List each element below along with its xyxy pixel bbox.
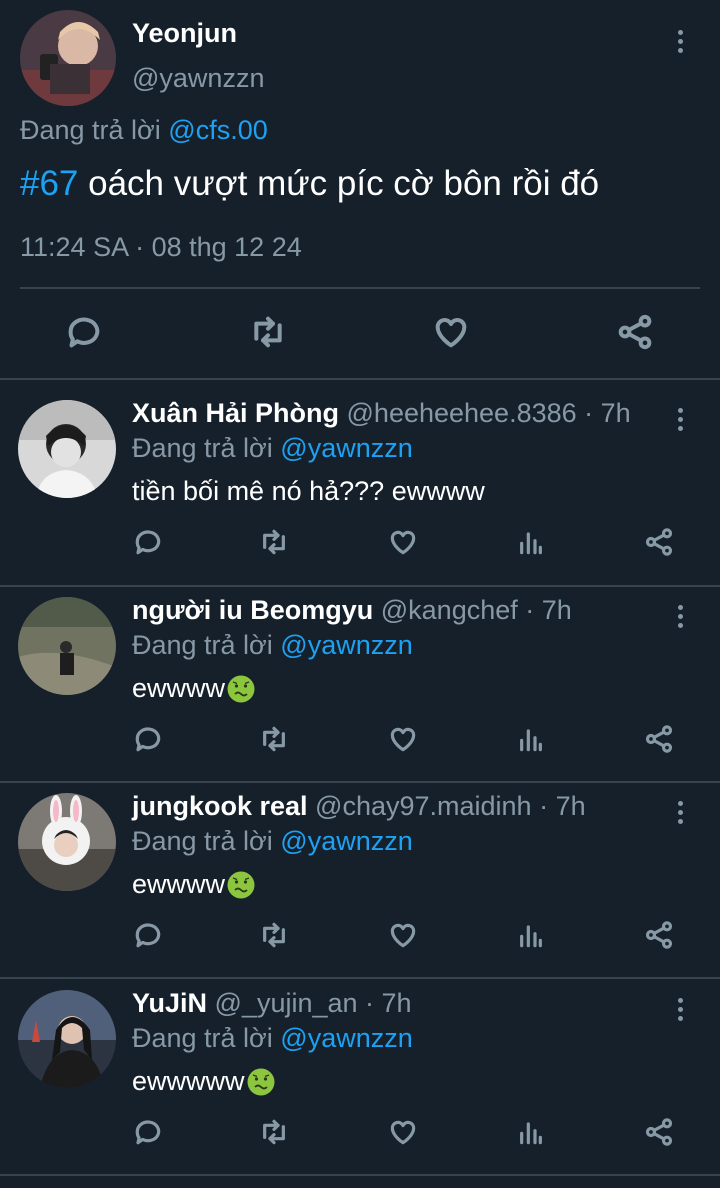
replying-to: Đang trả lời @yawnzzn bbox=[132, 630, 413, 661]
reply-body: ewwww bbox=[132, 673, 226, 703]
replying-label: Đang trả lời bbox=[20, 115, 161, 145]
reply-tweet[interactable]: người iu Beomgyu @kangchef · 7h Đang trả… bbox=[0, 589, 720, 785]
views-icon[interactable] bbox=[515, 1116, 547, 1148]
tweet-timestamp: 11:24 SA · 08 thg 12 24 bbox=[20, 232, 302, 262]
share-icon[interactable] bbox=[643, 526, 675, 558]
author-handle-time[interactable]: @kangchef · 7h bbox=[373, 595, 572, 625]
author-handle[interactable]: @yawnzzn bbox=[132, 63, 264, 94]
tweet-body: oách vượt mức píc cờ bôn rồi đó bbox=[78, 164, 600, 203]
reply-body: tiền bối mê nó hả??? ewwww bbox=[132, 476, 485, 506]
reply-text: ewwww bbox=[132, 869, 256, 900]
divider bbox=[0, 585, 720, 587]
author-name[interactable]: Xuân Hải Phòng bbox=[132, 398, 339, 428]
nauseated-face-icon bbox=[246, 1067, 276, 1097]
replying-label: Đang trả lời bbox=[132, 826, 273, 856]
tweet-actions bbox=[0, 300, 720, 366]
share-icon[interactable] bbox=[643, 723, 675, 755]
retweet-icon[interactable] bbox=[258, 723, 290, 755]
like-icon[interactable] bbox=[387, 723, 419, 755]
author-handle-time[interactable]: @_yujin_an · 7h bbox=[207, 988, 412, 1018]
share-icon[interactable] bbox=[643, 919, 675, 951]
reply-icon[interactable] bbox=[132, 919, 164, 951]
replying-to: Đang trả lời @cfs.00 bbox=[20, 115, 268, 146]
more-options-icon[interactable] bbox=[670, 998, 690, 1021]
like-icon[interactable] bbox=[387, 526, 419, 558]
replying-to: Đang trả lời @yawnzzn bbox=[132, 433, 413, 464]
replying-to: Đang trả lời @yawnzzn bbox=[132, 1023, 413, 1054]
reply-tweet[interactable]: jungkook real @chay97.maidinh · 7h Đang … bbox=[0, 785, 720, 981]
author-handle-time[interactable]: @heeheehee.8386 · 7h bbox=[339, 398, 631, 428]
reply-icon[interactable] bbox=[132, 723, 164, 755]
avatar[interactable] bbox=[18, 400, 116, 498]
share-icon[interactable] bbox=[615, 312, 655, 352]
divider bbox=[0, 1174, 720, 1176]
replying-to-handle[interactable]: @yawnzzn bbox=[280, 826, 412, 856]
avatar[interactable] bbox=[18, 597, 116, 695]
reply-text: ewwwww bbox=[132, 1066, 276, 1097]
views-icon[interactable] bbox=[515, 723, 547, 755]
author-name[interactable]: jungkook real bbox=[132, 791, 308, 821]
views-icon[interactable] bbox=[515, 526, 547, 558]
author-name[interactable]: YuJiN bbox=[132, 988, 207, 1018]
nauseated-face-icon bbox=[226, 674, 256, 704]
like-icon[interactable] bbox=[387, 1116, 419, 1148]
divider bbox=[20, 287, 700, 289]
divider bbox=[0, 781, 720, 783]
reply-icon[interactable] bbox=[132, 526, 164, 558]
replying-to-handle[interactable]: @yawnzzn bbox=[280, 630, 412, 660]
hashtag-link[interactable]: #67 bbox=[20, 164, 78, 203]
retweet-icon[interactable] bbox=[248, 312, 288, 352]
like-icon[interactable] bbox=[431, 312, 471, 352]
more-options-icon[interactable] bbox=[670, 801, 690, 824]
reply-body: ewwww bbox=[132, 869, 226, 899]
replying-label: Đang trả lời bbox=[132, 1023, 273, 1053]
retweet-icon[interactable] bbox=[258, 1116, 290, 1148]
nauseated-face-icon bbox=[226, 870, 256, 900]
replying-label: Đang trả lời bbox=[132, 630, 273, 660]
reply-text: ewwww bbox=[132, 673, 256, 704]
like-icon[interactable] bbox=[387, 919, 419, 951]
reply-icon[interactable] bbox=[64, 312, 104, 352]
reply-header: người iu Beomgyu @kangchef · 7h bbox=[132, 595, 572, 626]
reply-tweet[interactable]: YuJiN @_yujin_an · 7h Đang trả lời @yawn… bbox=[0, 982, 720, 1178]
reply-header: jungkook real @chay97.maidinh · 7h bbox=[132, 791, 586, 822]
reply-text: tiền bối mê nó hả??? ewwww bbox=[132, 476, 485, 507]
author-name[interactable]: Yeonjun bbox=[132, 18, 237, 49]
replying-to: Đang trả lời @yawnzzn bbox=[132, 826, 413, 857]
more-options-icon[interactable] bbox=[670, 30, 690, 53]
replying-label: Đang trả lời bbox=[132, 433, 273, 463]
author-name[interactable]: người iu Beomgyu bbox=[132, 595, 373, 625]
reply-body: ewwwww bbox=[132, 1066, 245, 1096]
replying-to-handle[interactable]: @yawnzzn bbox=[280, 1023, 412, 1053]
more-options-icon[interactable] bbox=[670, 408, 690, 431]
reply-header: YuJiN @_yujin_an · 7h bbox=[132, 988, 412, 1019]
views-icon[interactable] bbox=[515, 919, 547, 951]
divider bbox=[0, 977, 720, 979]
divider bbox=[0, 378, 720, 380]
share-icon[interactable] bbox=[643, 1116, 675, 1148]
retweet-icon[interactable] bbox=[258, 526, 290, 558]
reply-tweet[interactable]: Xuân Hải Phòng @heeheehee.8386 · 7h Đang… bbox=[0, 392, 720, 588]
replying-to-handle[interactable]: @cfs.00 bbox=[168, 115, 267, 145]
avatar[interactable] bbox=[18, 793, 116, 891]
author-handle-time[interactable]: @chay97.maidinh · 7h bbox=[308, 791, 586, 821]
reply-icon[interactable] bbox=[132, 1116, 164, 1148]
main-tweet: Yeonjun @yawnzzn Đang trả lời @cfs.00 #6… bbox=[0, 0, 720, 380]
reply-header: Xuân Hải Phòng @heeheehee.8386 · 7h bbox=[132, 398, 631, 429]
avatar[interactable] bbox=[20, 10, 116, 106]
replying-to-handle[interactable]: @yawnzzn bbox=[280, 433, 412, 463]
tweet-text: #67 oách vượt mức píc cờ bôn rồi đó bbox=[20, 164, 599, 204]
avatar[interactable] bbox=[18, 990, 116, 1088]
retweet-icon[interactable] bbox=[258, 919, 290, 951]
more-options-icon[interactable] bbox=[670, 605, 690, 628]
